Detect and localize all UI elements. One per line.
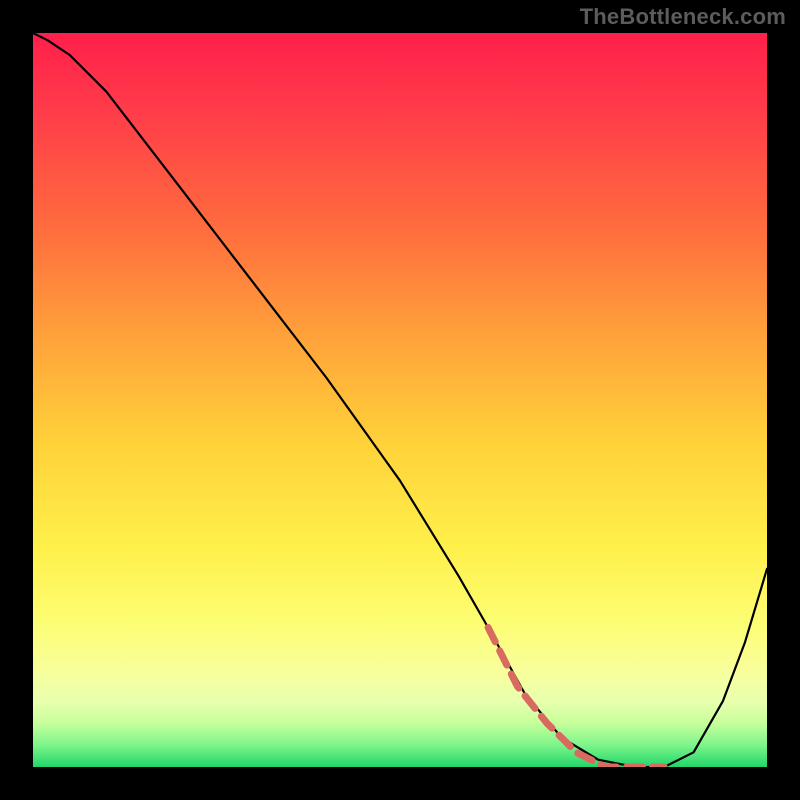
curve-layer: [33, 33, 767, 767]
bottleneck-curve: [33, 33, 767, 767]
watermark-text: TheBottleneck.com: [580, 4, 786, 30]
plot-area: [33, 33, 767, 767]
chart-frame: TheBottleneck.com: [0, 0, 800, 800]
